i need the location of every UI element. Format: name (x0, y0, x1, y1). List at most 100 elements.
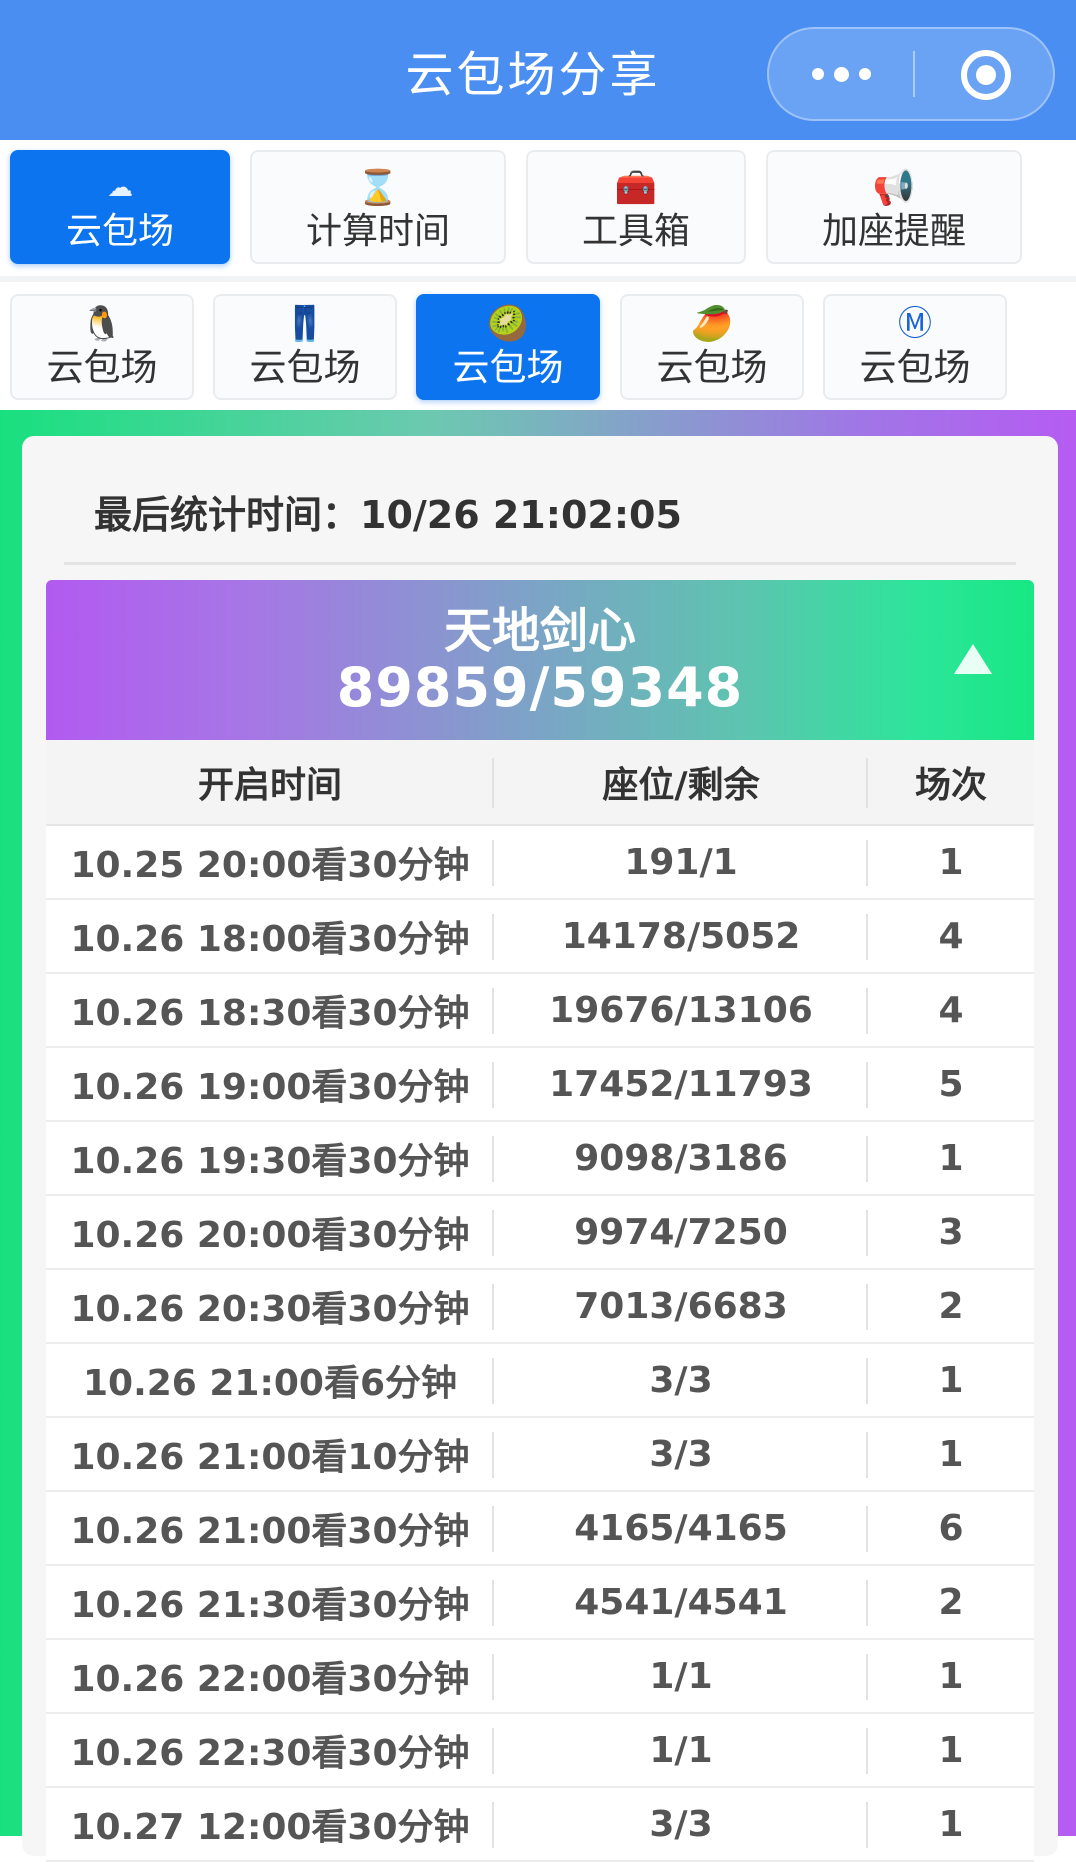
table-row: 10.26 18:00看30分钟 14178/5052 4 (46, 900, 1034, 974)
tab-cloud-booking[interactable]: ☁ 云包场 (10, 150, 230, 264)
cell-session-count: 4 (938, 989, 964, 1031)
table-row: 10.26 22:30看30分钟 1/1 1 (46, 1714, 1034, 1788)
kiwi-icon: 🥝 (486, 304, 530, 344)
cell-session-count: 1 (938, 1803, 964, 1845)
tab-label: 工具箱 (581, 211, 690, 252)
cell-start-time: 10.27 12:00看30分钟 (46, 1788, 494, 1860)
platform-tab-1[interactable]: 🐧 云包场 (10, 294, 194, 400)
penguin-icon: 🐧 (80, 304, 124, 344)
table-row: 10.26 19:30看30分钟 9098/3186 1 (46, 1122, 1034, 1196)
cell-seats-remaining: 1/1 (494, 1640, 868, 1712)
table-row: 10.26 18:30看30分钟 19676/13106 4 (46, 974, 1034, 1048)
tab-label: 云包场 (65, 211, 174, 252)
table-row: 10.26 21:00看10分钟 3/3 1 (46, 1418, 1034, 1492)
hourglass-icon: ⌛ (356, 168, 400, 208)
tab-label: 加座提醒 (821, 211, 966, 252)
platform-tab-3[interactable]: 🥝 云包场 (416, 294, 600, 400)
cell-seats-remaining: 4541/4541 (494, 1566, 868, 1638)
cell-session-count: 4 (938, 915, 964, 957)
header-session-count: 场次 (914, 765, 987, 806)
last-update-time: 最后统计时间：10/26 21:02:05 (94, 493, 682, 537)
movie-header[interactable]: 天地剑心 89859/59348 (46, 580, 1034, 740)
cell-session-count: 1 (938, 841, 964, 883)
platform-tab-4[interactable]: 🥭 云包场 (620, 294, 804, 400)
cell-seats-remaining: 3/3 (494, 1344, 868, 1416)
metro-m-icon: Ⓜ (898, 304, 932, 344)
cell-start-time: 10.26 20:00看30分钟 (46, 1196, 494, 1268)
cell-seats-remaining: 4165/4165 (494, 1492, 868, 1564)
cell-session-count: 1 (938, 1655, 964, 1697)
header-seats-remaining: 座位/剩余 (494, 740, 868, 824)
cell-start-time: 10.26 21:30看30分钟 (46, 1566, 494, 1638)
cell-start-time: 10.26 19:30看30分钟 (46, 1122, 494, 1194)
cell-start-time: 10.26 22:30看30分钟 (46, 1714, 494, 1786)
mango-icon: 🥭 (690, 304, 734, 344)
cell-seats-remaining: 3/3 (494, 1788, 868, 1860)
cell-start-time: 10.26 18:00看30分钟 (46, 900, 494, 972)
tab-seat-reminder[interactable]: 📢 加座提醒 (766, 150, 1022, 264)
toolbox-icon: 🧰 (614, 168, 658, 208)
cell-session-count: 1 (938, 1359, 964, 1401)
cell-seats-remaining: 17452/11793 (494, 1048, 868, 1120)
cell-start-time: 10.26 21:00看6分钟 (46, 1344, 494, 1416)
table-row: 10.27 12:00看30分钟 3/3 1 (46, 1788, 1034, 1862)
tab-label: 云包场 (452, 346, 564, 389)
cell-start-time: 10.26 22:00看30分钟 (46, 1640, 494, 1712)
tab-label: 计算时间 (305, 211, 450, 252)
cell-start-time: 10.26 21:00看30分钟 (46, 1492, 494, 1564)
table-row: 10.26 21:00看30分钟 4165/4165 6 (46, 1492, 1034, 1566)
stats-card: 最后统计时间：10/26 21:02:05 天地剑心 89859/59348 开… (22, 436, 1058, 1862)
cell-seats-remaining: 19676/13106 (494, 974, 868, 1046)
cell-session-count: 5 (938, 1063, 964, 1105)
table-row: 10.25 20:00看30分钟 191/1 1 (46, 826, 1034, 900)
cloud-icon: ☁ (107, 173, 133, 203)
cell-session-count: 3 (938, 1211, 964, 1253)
target-circle-icon[interactable] (961, 50, 1011, 100)
platform-tab-2[interactable]: 👖 云包场 (213, 294, 397, 400)
cell-seats-remaining: 14178/5052 (494, 900, 868, 972)
cell-session-count: 1 (938, 1137, 964, 1179)
cell-seats-remaining: 191/1 (494, 826, 868, 898)
capsule-divider (913, 51, 915, 97)
cell-start-time: 10.26 18:30看30分钟 (46, 974, 494, 1046)
cell-session-count: 2 (938, 1581, 964, 1623)
table-header: 开启时间 座位/剩余 场次 (46, 740, 1034, 826)
cell-start-time: 10.26 20:30看30分钟 (46, 1270, 494, 1342)
table-row: 10.26 20:00看30分钟 9974/7250 3 (46, 1196, 1034, 1270)
table-row: 10.26 21:00看6分钟 3/3 1 (46, 1344, 1034, 1418)
stats-divider (64, 562, 1016, 565)
tab-row-divider (0, 276, 1076, 282)
table-row: 10.26 20:30看30分钟 7013/6683 2 (46, 1270, 1034, 1344)
cell-session-count: 2 (938, 1285, 964, 1327)
movie-seat-count: 89859/59348 (336, 656, 744, 719)
cell-seats-remaining: 9974/7250 (494, 1196, 868, 1268)
tab-toolbox[interactable]: 🧰 工具箱 (526, 150, 746, 264)
tab-label: 云包场 (249, 346, 361, 389)
session-table: 开启时间 座位/剩余 场次 10.25 20:00看30分钟 191/1 1 10.2… (46, 740, 1034, 1862)
content-stage: 最后统计时间：10/26 21:02:05 天地剑心 89859/59348 开… (0, 410, 1076, 1862)
cell-start-time: 10.26 21:00看10分钟 (46, 1418, 494, 1490)
nav-bar: 云包场分享 (0, 0, 1076, 140)
table-body: 10.25 20:00看30分钟 191/1 1 10.26 18:00看30分钟 14… (46, 826, 1034, 1862)
cell-session-count: 6 (938, 1507, 964, 1549)
cell-start-time: 10.26 19:00看30分钟 (46, 1048, 494, 1120)
tab-label: 云包场 (859, 346, 971, 389)
tab-label: 云包场 (46, 346, 158, 389)
table-row: 10.26 21:30看30分钟 4541/4541 2 (46, 1566, 1034, 1640)
cell-start-time: 10.25 20:00看30分钟 (46, 826, 494, 898)
cell-seats-remaining: 3/3 (494, 1418, 868, 1490)
more-dots-icon[interactable] (769, 29, 913, 119)
jeans-icon: 👖 (283, 304, 327, 344)
table-row: 10.26 19:00看30分钟 17452/11793 5 (46, 1048, 1034, 1122)
tab-calc-time[interactable]: ⌛ 计算时间 (250, 150, 506, 264)
triangle-up-icon[interactable] (954, 644, 992, 674)
tab-label: 云包场 (656, 346, 768, 389)
cell-seats-remaining: 9098/3186 (494, 1122, 868, 1194)
table-row: 10.26 22:00看30分钟 1/1 1 (46, 1640, 1034, 1714)
cell-session-count: 1 (938, 1433, 964, 1475)
cell-seats-remaining: 1/1 (494, 1714, 868, 1786)
mini-program-capsule (767, 27, 1055, 121)
cell-seats-remaining: 7013/6683 (494, 1270, 868, 1342)
header-start-time: 开启时间 (46, 740, 494, 824)
platform-tab-5[interactable]: Ⓜ 云包场 (823, 294, 1007, 400)
